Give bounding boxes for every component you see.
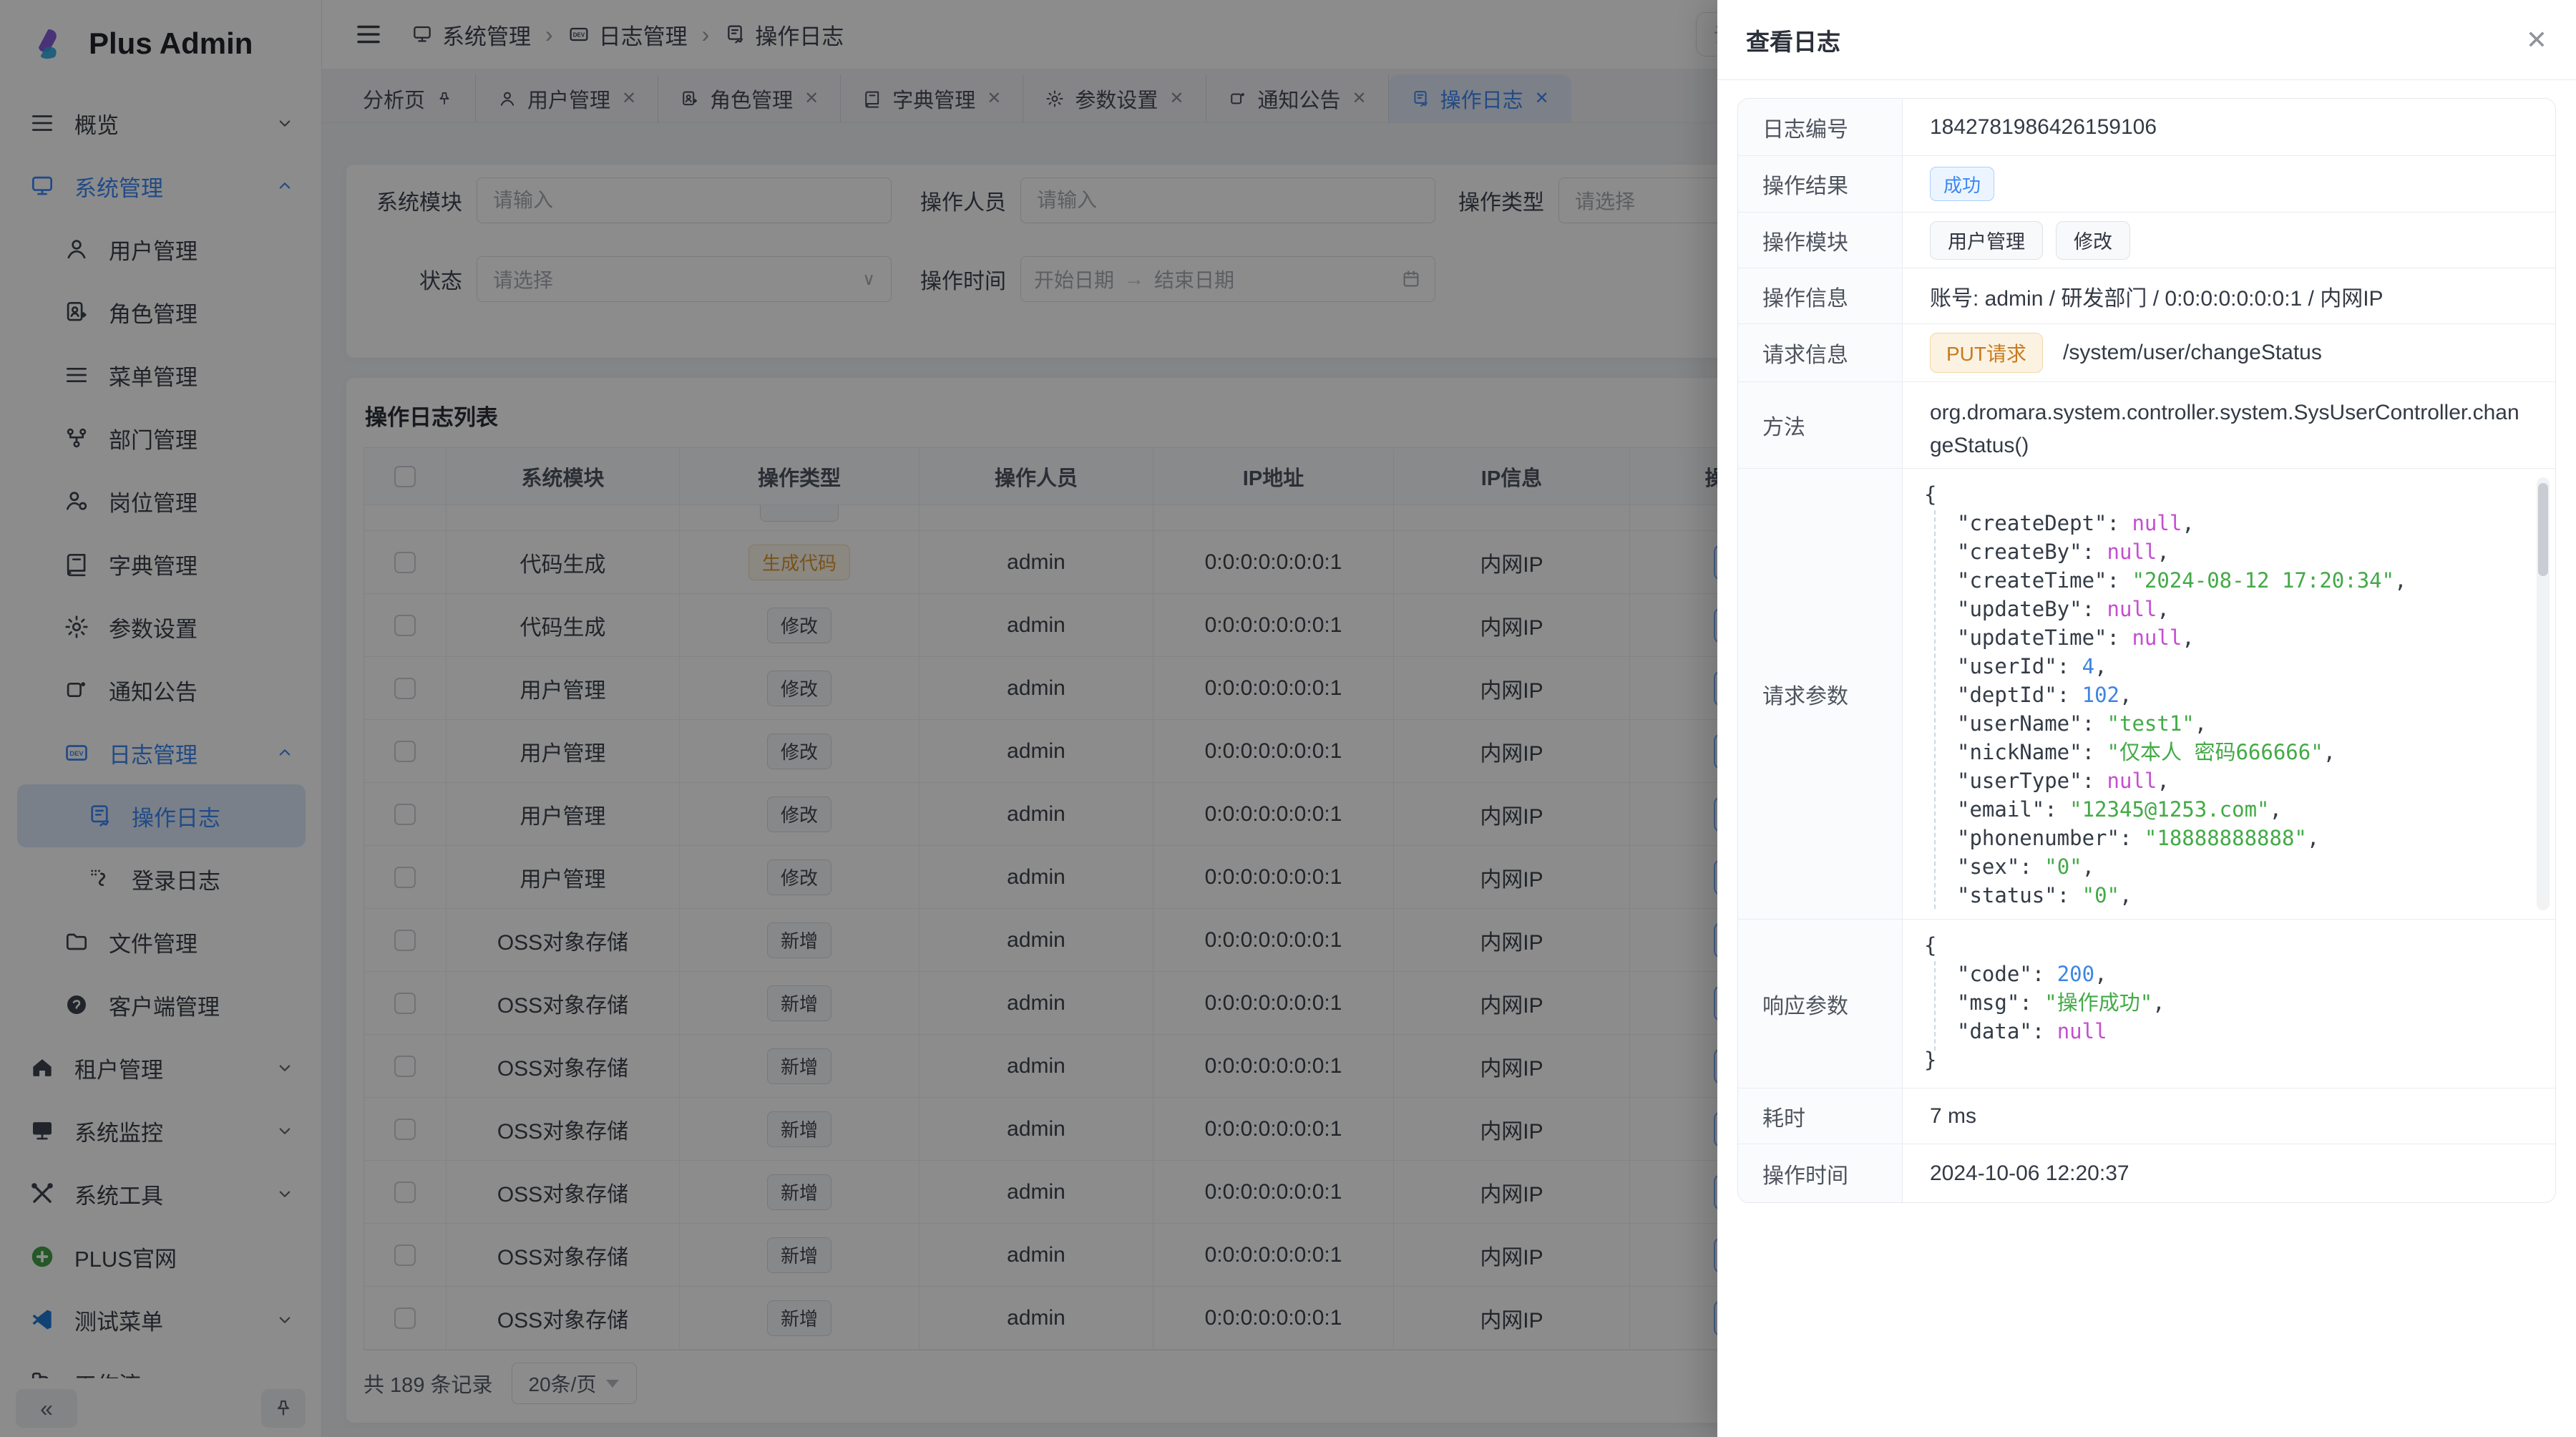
- log-detail-table: 日志编号 1842781986426159106 操作结果 成功 操作模块 用户…: [1737, 98, 2556, 1203]
- code-line: "nickName": "仅本人 密码666666",: [1924, 738, 2551, 766]
- code-line: {: [1924, 480, 2551, 509]
- detail-row-request-params: 请求参数 {"createDept": null,"createBy": nul…: [1738, 469, 2555, 920]
- code-line: "phonenumber": "18888888888",: [1924, 824, 2551, 852]
- code-line: "msg": "操作成功",: [1924, 988, 2551, 1017]
- close-icon[interactable]: ✕: [2526, 27, 2547, 53]
- code-line: "deptId": 102,: [1924, 681, 2551, 709]
- code-line: "status": "0",: [1924, 881, 2551, 910]
- code-scrollbar-thumb[interactable]: [2538, 483, 2548, 576]
- code-line: {: [1924, 931, 2551, 960]
- code-line: "userType": null,: [1924, 766, 2551, 795]
- detail-row-result: 操作结果 成功: [1738, 156, 2555, 213]
- detail-row-time: 操作时间 2024-10-06 12:20:37: [1738, 1144, 2555, 1202]
- code-line: "updateBy": null,: [1924, 595, 2551, 623]
- code-line: }: [1924, 1046, 2551, 1074]
- detail-row-method: 方法 org.dromara.system.controller.system.…: [1738, 382, 2555, 469]
- log-id-value: 1842781986426159106: [1930, 115, 2157, 140]
- code-line: "email": "12345@1253.com",: [1924, 795, 2551, 824]
- request-path: /system/user/changeStatus: [2063, 341, 2322, 365]
- detail-row-request: 请求信息 PUT请求 /system/user/changeStatus: [1738, 324, 2555, 382]
- indent-guide: [1934, 961, 1936, 1051]
- code-line: "data": null: [1924, 1017, 2551, 1046]
- detail-row-module: 操作模块 用户管理 修改: [1738, 213, 2555, 268]
- detail-row-response-params: 响应参数 {"code": 200,"msg": "操作成功","data": …: [1738, 920, 2555, 1088]
- method-value: org.dromara.system.controller.system.Sys…: [1930, 401, 2519, 457]
- drawer-header: 查看日志 ✕: [1717, 0, 2576, 80]
- indent-guide: [1934, 510, 1936, 909]
- drawer-title: 查看日志: [1746, 23, 1840, 57]
- detail-row-logid: 日志编号 1842781986426159106: [1738, 99, 2555, 156]
- action-tag: 修改: [2056, 221, 2130, 260]
- code-line: "userId": 4,: [1924, 652, 2551, 681]
- put-method-tag: PUT请求: [1930, 333, 2043, 373]
- view-log-drawer: 查看日志 ✕ 日志编号 1842781986426159106 操作结果 成功 …: [1717, 0, 2576, 1437]
- module-tag: 用户管理: [1930, 221, 2043, 260]
- code-line: "createDept": null,: [1924, 509, 2551, 537]
- code-scrollbar[interactable]: [2537, 477, 2550, 910]
- code-line: "code": 200,: [1924, 960, 2551, 988]
- request-json-code: {"createDept": null,"createBy": null,"cr…: [1924, 469, 2551, 919]
- code-line: "createTime": "2024-08-12 17:20:34",: [1924, 566, 2551, 595]
- response-json-code: {"code": 200,"msg": "操作成功","data": null}: [1924, 920, 2551, 1088]
- code-line: "sex": "0",: [1924, 852, 2551, 881]
- code-line: "updateTime": null,: [1924, 623, 2551, 652]
- detail-row-cost: 耗时 7 ms: [1738, 1088, 2555, 1144]
- detail-row-info: 操作信息 账号: admin / 研发部门 / 0:0:0:0:0:0:0:1 …: [1738, 268, 2555, 324]
- success-tag: 成功: [1930, 167, 1994, 201]
- code-line: "userName": "test1",: [1924, 709, 2551, 738]
- code-line: "createBy": null,: [1924, 537, 2551, 566]
